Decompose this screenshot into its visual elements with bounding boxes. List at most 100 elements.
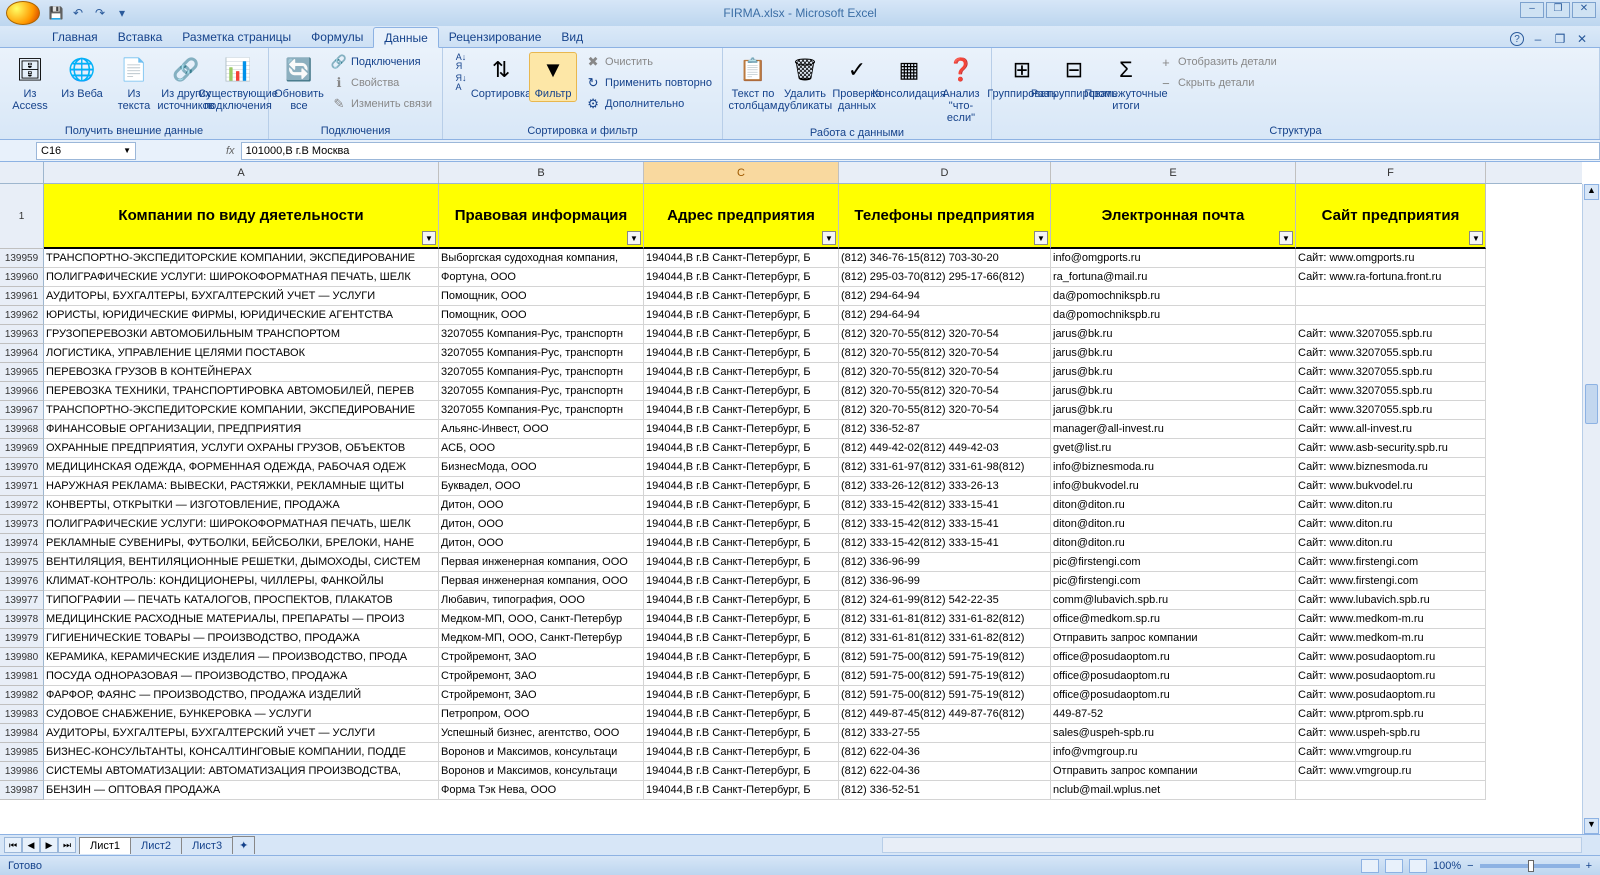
cell[interactable]: 3207055 Компания-Рус, транспортн <box>439 363 644 382</box>
cell[interactable]: СУДОВОЕ СНАБЖЕНИЕ, БУНКЕРОВКА — УСЛУГИ <box>44 705 439 724</box>
cell[interactable]: СИСТЕМЫ АВТОМАТИЗАЦИИ: АВТОМАТИЗАЦИЯ ПРО… <box>44 762 439 781</box>
row-header[interactable]: 139965 <box>0 363 44 382</box>
refresh-all-button[interactable]: 🔄 Обновить все <box>275 52 323 114</box>
cell[interactable]: (812) 449-87-45(812) 449-87-76(812) <box>839 705 1051 724</box>
cell[interactable]: Отправить запрос компании <box>1051 762 1296 781</box>
row-header[interactable]: 139978 <box>0 610 44 629</box>
col-header-D[interactable]: D <box>839 162 1051 183</box>
cell[interactable]: Первая инженерная компания, ООО <box>439 553 644 572</box>
cell[interactable]: Медком-МП, ООО, Санкт-Петербур <box>439 610 644 629</box>
qat-dropdown-icon[interactable]: ▾ <box>114 5 130 21</box>
row-header[interactable]: 139964 <box>0 344 44 363</box>
cell[interactable]: Сайт: www.firstengi.com <box>1296 553 1486 572</box>
help-icon[interactable]: ? <box>1510 32 1524 46</box>
row-header[interactable]: 139970 <box>0 458 44 477</box>
cell[interactable]: МЕДИЦИНСКИЕ РАСХОДНЫЕ МАТЕРИАЛЫ, ПРЕПАРА… <box>44 610 439 629</box>
cell[interactable]: office@medkom.sp.ru <box>1051 610 1296 629</box>
cell[interactable]: 3207055 Компания-Рус, транспортн <box>439 344 644 363</box>
zoom-thumb[interactable] <box>1528 860 1534 872</box>
cell[interactable]: jarus@bk.ru <box>1051 325 1296 344</box>
cell[interactable]: 194044,В г.В Санкт-Петербург, Б <box>644 363 839 382</box>
cell[interactable]: 194044,В г.В Санкт-Петербург, Б <box>644 534 839 553</box>
cell[interactable]: 194044,В г.В Санкт-Петербург, Б <box>644 572 839 591</box>
cell[interactable]: pic@firstengi.com <box>1051 553 1296 572</box>
cell[interactable]: Сайт: www.ra-fortuna.front.ru <box>1296 268 1486 287</box>
cell[interactable]: АСБ, ООО <box>439 439 644 458</box>
cell[interactable]: 194044,В г.В Санкт-Петербург, Б <box>644 268 839 287</box>
row-header[interactable]: 139979 <box>0 629 44 648</box>
restore-window-button[interactable]: ❐ <box>1552 31 1568 47</box>
cell[interactable]: Сайт: www.firstengi.com <box>1296 572 1486 591</box>
cell[interactable]: 194044,В г.В Санкт-Петербург, Б <box>644 439 839 458</box>
cell[interactable]: Сайт: www.biznesmoda.ru <box>1296 458 1486 477</box>
sheet-nav-first[interactable]: ⏮ <box>4 837 22 853</box>
view-break-button[interactable] <box>1409 859 1427 873</box>
header-cell[interactable]: Компании по виду дяетельности▼ <box>44 184 439 249</box>
cell[interactable]: 194044,В г.В Санкт-Петербург, Б <box>644 724 839 743</box>
cell[interactable]: sales@uspeh-spb.ru <box>1051 724 1296 743</box>
row-header[interactable]: 139968 <box>0 420 44 439</box>
cell[interactable]: (812) 331-61-81(812) 331-61-82(812) <box>839 629 1051 648</box>
col-header-C[interactable]: C <box>644 162 839 183</box>
btn-g4-0[interactable]: 📋Текст по столбцам <box>729 52 777 114</box>
cell[interactable] <box>1296 287 1486 306</box>
cell[interactable]: jarus@bk.ru <box>1051 401 1296 420</box>
row-header[interactable]: 139977 <box>0 591 44 610</box>
close-button[interactable]: ✕ <box>1572 2 1596 18</box>
tab-Рецензирование[interactable]: Рецензирование <box>439 27 552 47</box>
btn-g4-3[interactable]: ▦Консолидация <box>885 52 933 102</box>
cell[interactable]: info@omgports.ru <box>1051 249 1296 268</box>
cell[interactable]: Сайт: www.diton.ru <box>1296 515 1486 534</box>
vertical-scrollbar[interactable]: ▲ ▼ <box>1582 184 1600 834</box>
cell[interactable]: (812) 324-61-99(812) 542-22-35 <box>839 591 1051 610</box>
cell[interactable]: Помощник, ООО <box>439 287 644 306</box>
cell[interactable]: (812) 320-70-55(812) 320-70-54 <box>839 325 1051 344</box>
row-header[interactable]: 139961 <box>0 287 44 306</box>
cell[interactable]: Дитон, ООО <box>439 515 644 534</box>
cell[interactable]: ПЕРЕВОЗКА ТЕХНИКИ, ТРАНСПОРТИРОВКА АВТОМ… <box>44 382 439 401</box>
cell[interactable]: ОХРАННЫЕ ПРЕДПРИЯТИЯ, УСЛУГИ ОХРАНЫ ГРУЗ… <box>44 439 439 458</box>
row-header[interactable]: 139985 <box>0 743 44 762</box>
cell[interactable]: Сайт: www.posudaoptom.ru <box>1296 686 1486 705</box>
sheet-nav-prev[interactable]: ◀ <box>22 837 40 853</box>
cell[interactable]: Сайт: www.omgports.ru <box>1296 249 1486 268</box>
btn-g4-4[interactable]: ❓Анализ "что-если" <box>937 52 985 126</box>
cell[interactable]: ПОЛИГРАФИЧЕСКИЕ УСЛУГИ: ШИРОКОФОРМАТНАЯ … <box>44 515 439 534</box>
cell[interactable]: (812) 333-15-42(812) 333-15-41 <box>839 515 1051 534</box>
cell[interactable]: Стройремонт, ЗАО <box>439 686 644 705</box>
btn-Подключения[interactable]: 🔗Подключения <box>327 52 436 72</box>
btn-Дополнительно[interactable]: ⚙Дополнительно <box>581 94 716 114</box>
cell[interactable]: Стройремонт, ЗАО <box>439 667 644 686</box>
btn-g5-2[interactable]: ΣПромежуточные итоги <box>1102 52 1150 114</box>
cell[interactable]: (812) 591-75-00(812) 591-75-19(812) <box>839 667 1051 686</box>
cell[interactable]: 194044,В г.В Санкт-Петербург, Б <box>644 477 839 496</box>
filter-dropdown-icon[interactable]: ▼ <box>422 231 436 245</box>
cell[interactable]: (812) 333-27-55 <box>839 724 1051 743</box>
redo-icon[interactable]: ↷ <box>92 5 108 21</box>
filter-button[interactable]: ▼ Фильтр <box>529 52 577 102</box>
cell[interactable]: pic@firstengi.com <box>1051 572 1296 591</box>
cell[interactable]: 194044,В г.В Санкт-Петербург, Б <box>644 458 839 477</box>
cell[interactable]: ПОСУДА ОДНОРАЗОВАЯ — ПРОИЗВОДСТВО, ПРОДА… <box>44 667 439 686</box>
row-header[interactable]: 139966 <box>0 382 44 401</box>
cell[interactable]: ГИГИЕНИЧЕСКИЕ ТОВАРЫ — ПРОИЗВОДСТВО, ПРО… <box>44 629 439 648</box>
row-header[interactable]: 139974 <box>0 534 44 553</box>
save-icon[interactable]: 💾 <box>48 5 64 21</box>
cell[interactable]: (812) 333-15-42(812) 333-15-41 <box>839 496 1051 515</box>
btn-g4-1[interactable]: 🗑Удалить дубликаты <box>781 52 829 114</box>
btn-Из-Access[interactable]: 🗄Из Access <box>6 52 54 114</box>
cell[interactable]: jarus@bk.ru <box>1051 344 1296 363</box>
btn-Применить повторно[interactable]: ↻Применить повторно <box>581 73 716 93</box>
cell[interactable]: ГРУЗОПЕРЕВОЗКИ АВТОМОБИЛЬНЫМ ТРАНСПОРТОМ <box>44 325 439 344</box>
cell[interactable]: 194044,В г.В Санкт-Петербург, Б <box>644 287 839 306</box>
scroll-down-button[interactable]: ▼ <box>1584 818 1599 834</box>
col-header-F[interactable]: F <box>1296 162 1486 183</box>
cell[interactable]: Сайт: www.diton.ru <box>1296 534 1486 553</box>
cell[interactable]: (812) 622-04-36 <box>839 762 1051 781</box>
sheet-tab-Лист2[interactable]: Лист2 <box>130 837 182 854</box>
cell[interactable]: Сайт: www.vmgroup.ru <box>1296 743 1486 762</box>
zoom-slider[interactable] <box>1480 864 1580 868</box>
cell[interactable]: ВЕНТИЛЯЦИЯ, ВЕНТИЛЯЦИОННЫЕ РЕШЕТКИ, ДЫМО… <box>44 553 439 572</box>
cell[interactable]: ra_fortuna@mail.ru <box>1051 268 1296 287</box>
cell[interactable]: (812) 295-03-70(812) 295-17-66(812) <box>839 268 1051 287</box>
